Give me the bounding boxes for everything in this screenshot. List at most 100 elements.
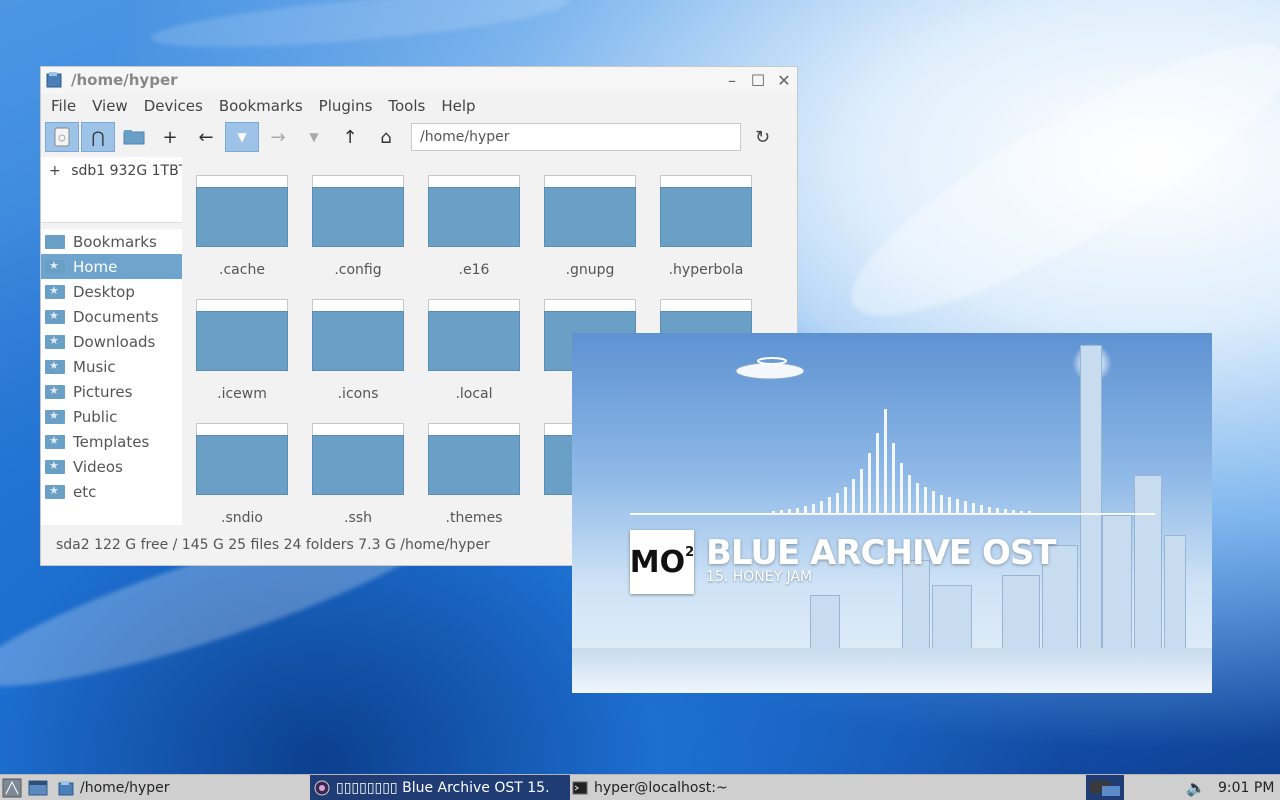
minimize-icon[interactable]: – [719, 71, 745, 90]
task-label: hyper@localhost:~ [594, 779, 728, 796]
taskbar-item-file-manager[interactable]: /home/hyper [54, 775, 308, 800]
file-manager-icon [46, 72, 62, 88]
clock[interactable]: 9:01 PM [1218, 775, 1278, 800]
visualizer-bar [900, 463, 903, 513]
folder-item[interactable]: .sndio [190, 415, 306, 525]
window-title: /home/hyper [71, 71, 178, 89]
taskbar-item-media-player[interactable]: ▯▯▯▯▯▯▯▯ Blue Archive OST 15. [310, 775, 570, 800]
folder-icon [312, 311, 404, 371]
bookmark-folder-icon: ★ [45, 384, 65, 399]
folder-item[interactable]: .icons [306, 291, 422, 411]
sidebar-item-downloads[interactable]: ★ Downloads [41, 329, 182, 354]
folder-item[interactable]: .e16 [422, 167, 538, 287]
folder-icon [196, 311, 288, 371]
sidebar-item-label: Videos [73, 457, 123, 476]
folder-item[interactable]: .cache [190, 167, 306, 287]
visualizer-bar [932, 491, 935, 513]
sidebar-item-label: Templates [73, 432, 150, 451]
arrow-up-icon: ↑ [342, 126, 358, 148]
menu-view[interactable]: View [84, 97, 136, 115]
device-list: + sdb1 932G 1TBTO [41, 157, 182, 223]
forward-history-button[interactable]: ▼ [297, 122, 331, 152]
taskbar-item-terminal[interactable]: hyper@localhost:~ [568, 775, 822, 800]
building-graphic [810, 595, 840, 655]
chevron-down-icon: ▼ [309, 130, 319, 144]
folder-icon [123, 130, 145, 145]
reload-icon[interactable]: ↻ [755, 127, 770, 148]
folder-item[interactable]: .hyperbola [654, 167, 770, 287]
sidebar-item-etc[interactable]: ★ etc [41, 479, 182, 504]
sidebar-item-documents[interactable]: ★ Documents [41, 304, 182, 329]
sidebar-item-label: etc [73, 482, 97, 501]
visualizer-bar [940, 495, 943, 513]
visualizer-bar [972, 503, 975, 513]
bookmark-folder-icon: ★ [45, 434, 65, 449]
logo-text: MO [629, 544, 686, 580]
building-graphic [1164, 535, 1186, 655]
drive-icon [54, 127, 70, 147]
building-graphic [932, 585, 972, 655]
maximize-icon[interactable]: ☐ [745, 71, 771, 90]
workspace-icon [1090, 781, 1120, 796]
menu-help[interactable]: Help [433, 97, 483, 115]
building-graphic [1134, 475, 1162, 655]
sidebar-item-music[interactable]: ★ Music [41, 354, 182, 379]
sidebar-item-home[interactable]: ★ Home [41, 254, 182, 279]
forward-button[interactable]: → [261, 122, 295, 152]
menu-tools[interactable]: Tools [380, 97, 433, 115]
show-desktop-button[interactable] [28, 775, 50, 800]
menu-bookmarks[interactable]: Bookmarks [211, 97, 311, 115]
devices-toggle-button[interactable] [45, 122, 79, 152]
terminal-icon [572, 781, 588, 794]
visualizer-bar [836, 493, 839, 513]
video-subtitle: 15. HONEY JAM [706, 569, 813, 585]
start-menu-icon [2, 778, 22, 797]
folder-item[interactable]: .themes [422, 415, 538, 525]
video-player-window[interactable]: MO 2 BLUE ARCHIVE OST 15. HONEY JAM [572, 333, 1212, 693]
visualizer-baseline [630, 513, 1155, 515]
title-bar[interactable]: /home/hyper – ☐ ✕ [41, 67, 797, 93]
taskbar: /home/hyper ▯▯▯▯▯▯▯▯ Blue Archive OST 15… [0, 774, 1280, 800]
star-icon: ★ [49, 333, 59, 347]
star-icon: ★ [49, 358, 59, 372]
sidebar-item-public[interactable]: ★ Public [41, 404, 182, 429]
menu-bar: File View Devices Bookmarks Plugins Tool… [41, 93, 797, 119]
chevron-down-icon: ▼ [237, 130, 247, 144]
menu-plugins[interactable]: Plugins [311, 97, 381, 115]
file-manager-icon [58, 780, 74, 795]
home-button[interactable]: ⌂ [369, 122, 403, 152]
tree-toggle-button[interactable] [117, 122, 151, 152]
folder-item[interactable]: .gnupg [538, 167, 654, 287]
sidebar-item-label: Downloads [73, 332, 156, 351]
menu-devices[interactable]: Devices [136, 97, 211, 115]
toolbar: ⋂ + ← ▼ → ▼ ↑ ⌂ /home/hyper ↻ [41, 119, 797, 155]
folder-item[interactable]: .ssh [306, 415, 422, 525]
back-history-button[interactable]: ▼ [225, 122, 259, 152]
sidebar-item-label: Music [73, 357, 116, 376]
bookmarks-toggle-button[interactable]: ⋂ [81, 122, 115, 152]
start-button[interactable] [2, 775, 24, 800]
up-button[interactable]: ↑ [333, 122, 367, 152]
device-item[interactable]: sdb1 932G 1TBTO [71, 163, 182, 179]
folder-name: .config [334, 262, 382, 278]
folder-item[interactable]: .local [422, 291, 538, 411]
new-tab-button[interactable]: + [153, 122, 187, 152]
sidebar-item-desktop[interactable]: ★ Desktop [41, 279, 182, 304]
expand-icon[interactable]: + [49, 163, 61, 179]
sidebar-item-videos[interactable]: ★ Videos [41, 454, 182, 479]
close-icon[interactable]: ✕ [771, 71, 797, 90]
menu-file[interactable]: File [43, 97, 84, 115]
sidebar-item-bookmarks[interactable]: Bookmarks [41, 229, 182, 254]
sidebar-item-pictures[interactable]: ★ Pictures [41, 379, 182, 404]
folder-item[interactable]: .config [306, 167, 422, 287]
sidebar-item-templates[interactable]: ★ Templates [41, 429, 182, 454]
folder-item[interactable]: .icewm [190, 291, 306, 411]
visualizer-bar [876, 433, 879, 513]
visualizer-bar [916, 483, 919, 513]
location-input[interactable]: /home/hyper [411, 123, 741, 151]
back-button[interactable]: ← [189, 122, 223, 152]
sidebar-item-label: Public [73, 407, 118, 426]
folder-name: .ssh [344, 510, 372, 525]
workspace-pager[interactable] [1086, 775, 1124, 800]
volume-icon[interactable]: 🔈 [1186, 775, 1208, 800]
